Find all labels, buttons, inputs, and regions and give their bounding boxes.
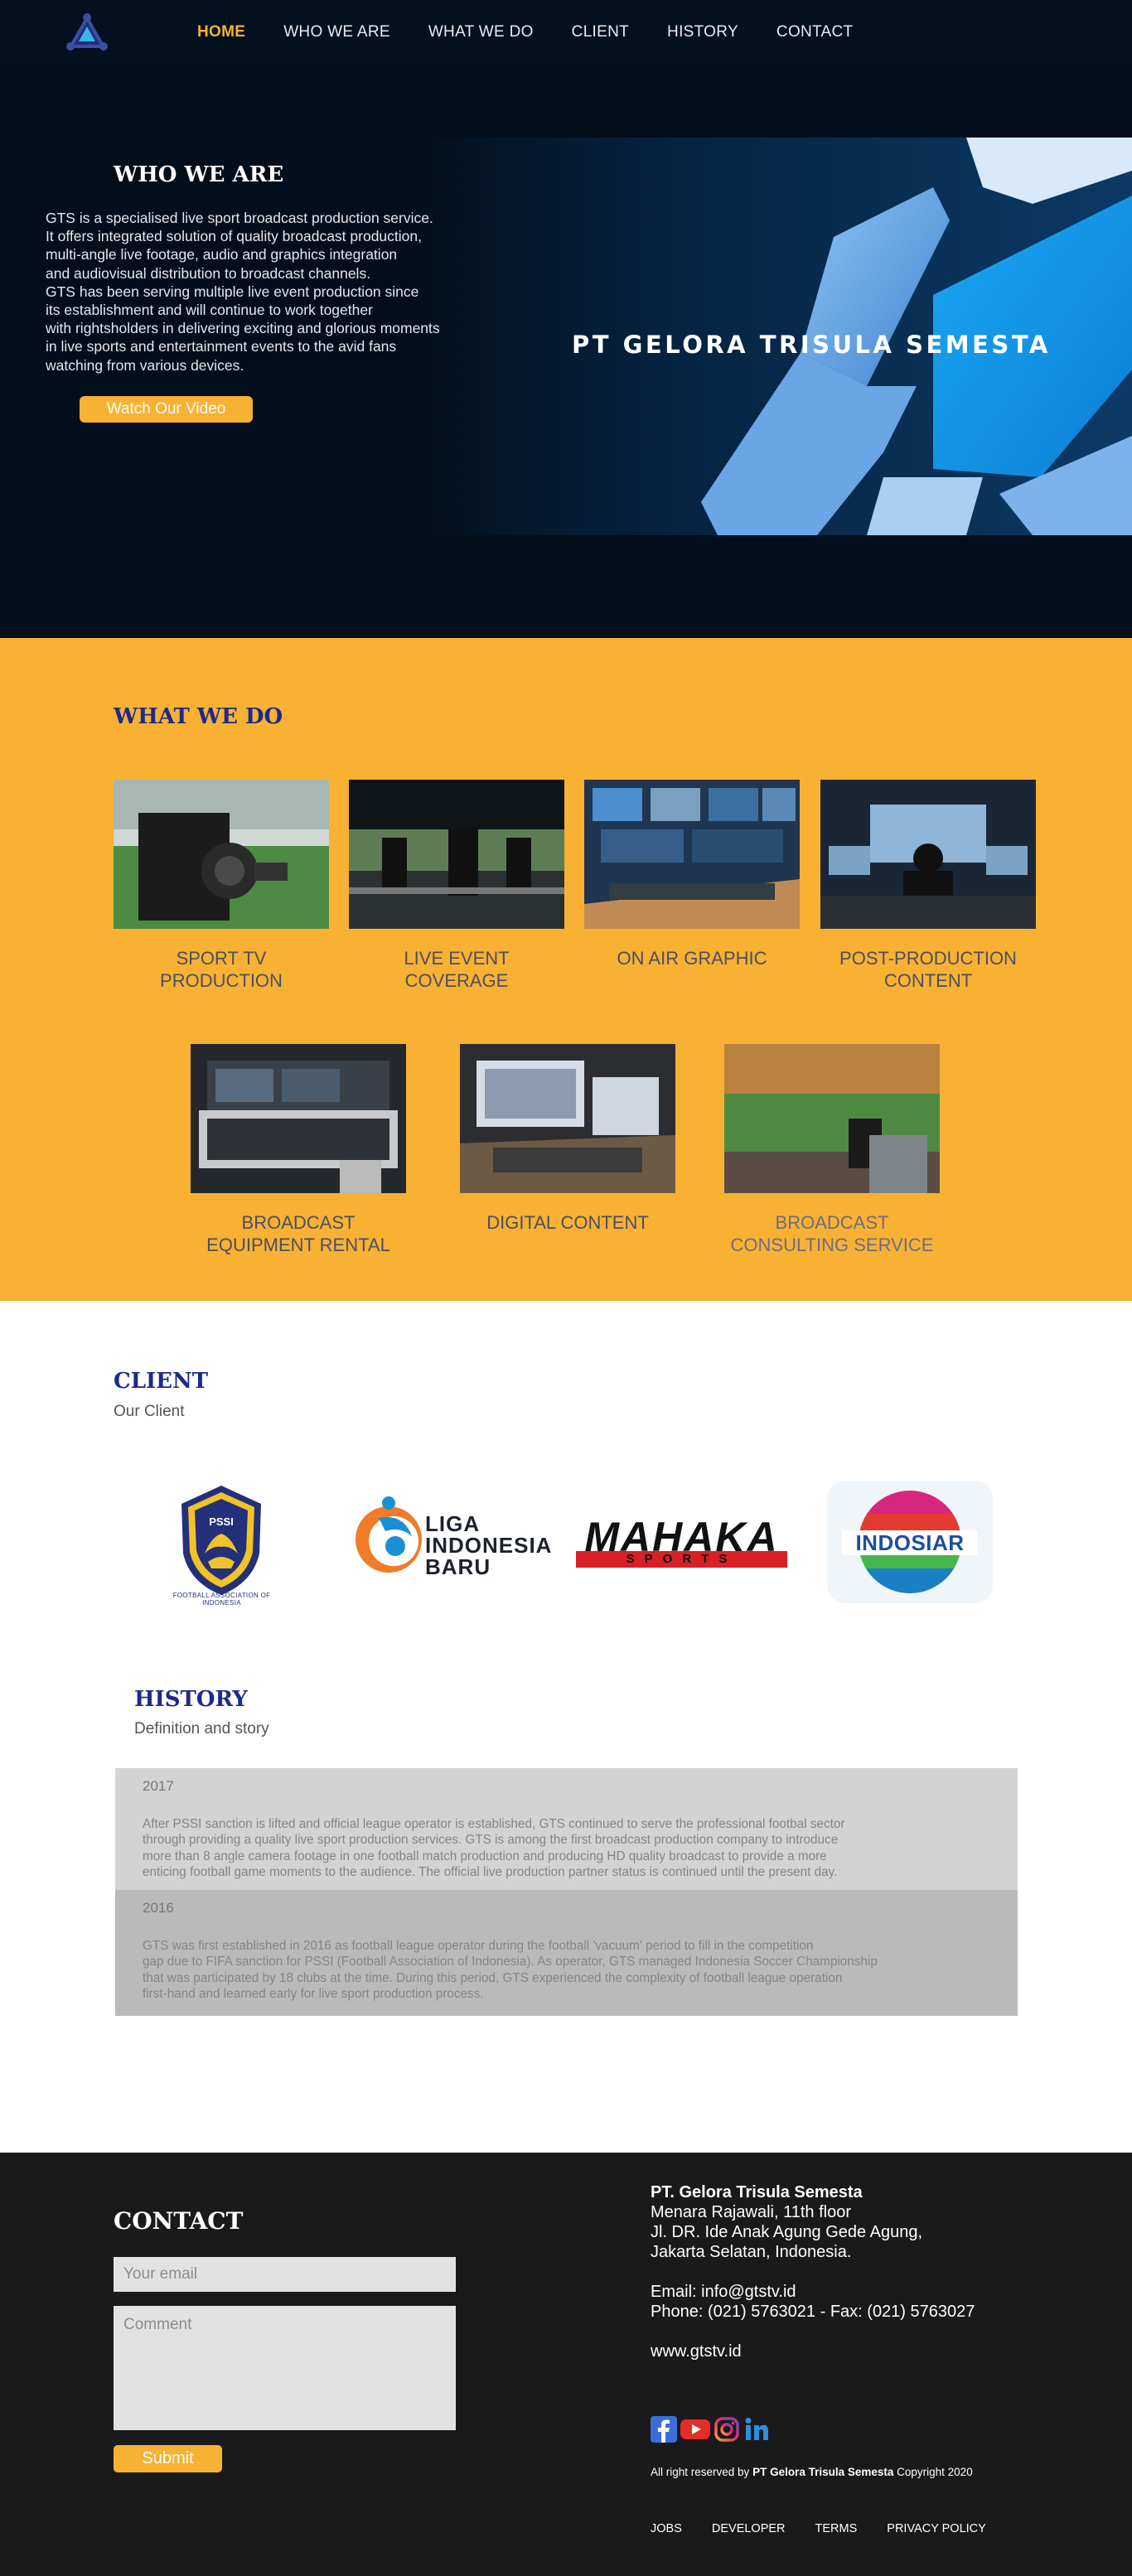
pssi-emblem-icon: [181, 1486, 261, 1595]
nav-history[interactable]: HISTORY: [667, 23, 738, 41]
company-info: PT. Gelora Trisula Semesta Menara Rajawa…: [651, 2182, 975, 2361]
company-address: Menara Rajawali, 11th floor Jl. DR. Ide …: [651, 2203, 923, 2261]
service-card-digital-content[interactable]: DIGITAL CONTENT: [460, 1044, 675, 1234]
contact-title: CONTACT: [114, 2207, 244, 2235]
client-title: CLIENT: [114, 1369, 209, 1394]
pssi-top-text: PSSI: [209, 1515, 234, 1528]
facebook-icon[interactable]: [651, 2416, 677, 2443]
hero-section: PT GELORA TRISULA SEMESTA WHO WE ARE GTS…: [0, 0, 1132, 638]
triangle-logo-icon[interactable]: [66, 13, 108, 51]
service-label-line1: ON AIR GRAPHIC: [617, 948, 767, 969]
history-text: After PSSI sanction is lifted and offici…: [143, 1817, 845, 1880]
top-navbar: HOME WHO WE ARE WHAT WE DO CLIENT HISTOR…: [0, 0, 1132, 65]
history-section: HISTORY Definition and story 2017 After …: [0, 1653, 1132, 2153]
service-label-line2: COVERAGE: [404, 970, 509, 991]
company-name: PT. Gelora Trisula Semesta: [651, 2183, 863, 2201]
client-subtitle: Our Client: [114, 1403, 185, 1420]
service-card-live-event[interactable]: LIVE EVENT COVERAGE: [349, 780, 564, 992]
nav-who-we-are[interactable]: WHO WE ARE: [283, 23, 390, 41]
history-timeline: 2017 After PSSI sanction is lifted and o…: [115, 1768, 1018, 2016]
service-card-on-air-graphic[interactable]: ON AIR GRAPHIC: [584, 780, 800, 969]
footer-link-terms[interactable]: TERMS: [815, 2522, 858, 2535]
history-title: HISTORY: [134, 1687, 248, 1712]
service-label-line1: BROADCAST: [775, 1212, 889, 1233]
company-email[interactable]: Email: info@gtstv.id: [651, 2282, 975, 2302]
post-production-content-image: [820, 780, 1036, 929]
service-card-consulting[interactable]: BROADCAST CONSULTING SERVICE: [724, 1044, 940, 1256]
service-label-line1: DIGITAL CONTENT: [486, 1212, 649, 1233]
mahaka-sports-logo[interactable]: MAHAKA SPORTS: [576, 1516, 787, 1576]
client-section: CLIENT Our Client PSSI FOOTBALL ASSOCIAT…: [0, 1301, 1132, 1653]
nav-home[interactable]: HOME: [197, 23, 245, 41]
what-we-do-title: WHAT WE DO: [114, 704, 283, 729]
history-subtitle: Definition and story: [134, 1720, 269, 1737]
service-label-line1: LIVE EVENT: [404, 948, 510, 969]
submit-button[interactable]: Submit: [114, 2445, 222, 2472]
linkedin-icon[interactable]: [743, 2416, 770, 2443]
hero-brand-text: PT GELORA TRISULA SEMESTA: [572, 331, 1051, 359]
rights-prefix: All right reserved by: [651, 2466, 753, 2478]
nav-links: HOME WHO WE ARE WHAT WE DO CLIENT HISTOR…: [197, 0, 853, 65]
sport-tv-production-image: [114, 780, 329, 929]
history-entry[interactable]: 2016 GTS was first established in 2016 a…: [115, 1890, 1018, 2016]
footer-links: JOBS DEVELOPER TERMS PRIVACY POLICY: [651, 2522, 986, 2535]
service-label-line2: CONSULTING SERVICE: [730, 1235, 934, 1255]
mahaka-sub: SPORTS: [576, 1551, 787, 1568]
service-label-line1: BROADCAST: [241, 1212, 356, 1233]
service-card-sport-tv[interactable]: SPORT TV PRODUCTION: [114, 780, 329, 992]
nav-contact[interactable]: CONTACT: [776, 23, 854, 41]
nav-what-we-do[interactable]: WHAT WE DO: [428, 23, 534, 41]
service-label-line2: PRODUCTION: [160, 970, 283, 991]
broadcast-equipment-rental-image: [191, 1044, 406, 1193]
company-website[interactable]: www.gtstv.id: [651, 2342, 975, 2361]
youtube-icon[interactable]: [680, 2416, 710, 2443]
footer-link-developer[interactable]: DEVELOPER: [712, 2522, 786, 2535]
rights-company: PT Gelora Trisula Semesta: [752, 2466, 894, 2478]
service-label-line2: CONTENT: [883, 970, 973, 991]
copyright-text: All right reserved by PT Gelora Trisula …: [651, 2466, 973, 2478]
live-event-coverage-image: [349, 780, 564, 929]
social-links: [651, 2416, 770, 2443]
instagram-icon[interactable]: [714, 2416, 740, 2443]
broadcast-consulting-service-image: [724, 1044, 940, 1193]
liga-swirl-icon: [356, 1496, 422, 1573]
digital-content-image: [460, 1044, 675, 1193]
liga-line2: INDONESIA: [425, 1533, 553, 1558]
hero-title: WHO WE ARE: [114, 162, 284, 187]
hero-description: GTS is a specialised live sport broadcas…: [46, 210, 440, 374]
service-label-line1: SPORT TV: [176, 948, 267, 969]
rights-suffix: Copyright 2020: [893, 2466, 973, 2478]
liga-line3: BARU: [425, 1554, 491, 1579]
what-we-do-section: WHAT WE DO SPORT TV PRODUCTION LIVE EVEN…: [0, 638, 1132, 1301]
liga-indonesia-baru-logo[interactable]: LIGA INDONESIA BARU: [346, 1493, 557, 1584]
pssi-ring-text: FOOTBALL ASSOCIATION OF INDONESIA: [172, 1592, 271, 1607]
company-phone: Phone: (021) 5763021 - Fax: (021) 576302…: [651, 2303, 975, 2321]
email-field[interactable]: [114, 2257, 456, 2292]
liga-line1: LIGA: [425, 1511, 481, 1536]
history-year: 2017: [143, 1778, 174, 1794]
footer-link-jobs[interactable]: JOBS: [651, 2522, 682, 2535]
footer-link-privacy-policy[interactable]: PRIVACY POLICY: [887, 2522, 986, 2535]
history-text: GTS was first established in 2016 as foo…: [143, 1939, 878, 2002]
comment-field[interactable]: [114, 2306, 456, 2430]
watch-video-button[interactable]: Watch Our Video: [80, 396, 253, 423]
history-entry[interactable]: 2017 After PSSI sanction is lifted and o…: [115, 1768, 1018, 1890]
service-label-line1: POST-PRODUCTION: [839, 948, 1017, 969]
service-card-post-production[interactable]: POST-PRODUCTION CONTENT: [820, 780, 1036, 992]
pssi-logo[interactable]: PSSI FOOTBALL ASSOCIATION OF INDONESIA: [162, 1479, 282, 1607]
nav-client[interactable]: CLIENT: [572, 23, 629, 41]
indosiar-name: INDOSIAR: [855, 1530, 965, 1555]
indosiar-logo[interactable]: INDOSIAR: [827, 1481, 993, 1603]
history-year: 2016: [143, 1900, 174, 1916]
footer: CONTACT Submit PT. Gelora Trisula Semest…: [0, 2153, 1132, 2576]
service-label-line2: EQUIPMENT RENTAL: [206, 1235, 390, 1255]
service-card-equipment-rental[interactable]: BROADCAST EQUIPMENT RENTAL: [191, 1044, 406, 1256]
on-air-graphic-image: [584, 780, 800, 929]
